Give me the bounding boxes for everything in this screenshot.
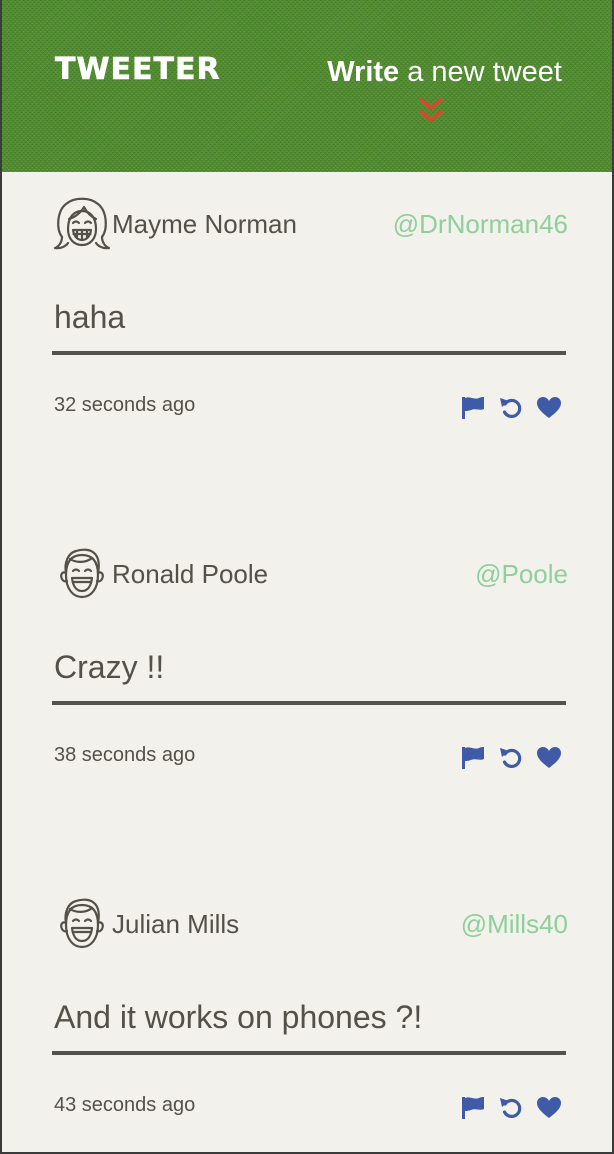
double-chevron-down-icon[interactable] bbox=[416, 96, 446, 126]
tweet-timestamp: 38 seconds ago bbox=[54, 744, 196, 766]
author-handle[interactable]: @DrNorman46 bbox=[393, 208, 568, 240]
retweet-icon[interactable] bbox=[498, 1095, 524, 1121]
tweet-text: Crazy !! bbox=[54, 649, 165, 685]
flag-icon[interactable] bbox=[460, 745, 486, 771]
author-name: Mayme Norman bbox=[112, 209, 297, 239]
heart-icon[interactable] bbox=[536, 745, 562, 771]
tweet-timestamp: 43 seconds ago bbox=[54, 1094, 196, 1116]
author-handle[interactable]: @Mills40 bbox=[461, 908, 568, 940]
retweet-icon[interactable] bbox=[498, 745, 524, 771]
header-bar: TWEETER Write a new tweet bbox=[2, 0, 612, 172]
compose-strong-text: Write bbox=[327, 56, 400, 88]
boy-avatar-icon bbox=[60, 898, 104, 949]
brand-logo[interactable]: TWEETER bbox=[55, 52, 221, 88]
tweet-text: And it works on phones ?! bbox=[54, 999, 423, 1035]
divider bbox=[52, 701, 566, 705]
author-name: Ronald Poole bbox=[112, 559, 269, 589]
tweet-card: Julian Mills @Mills40 And it works on ph… bbox=[52, 873, 568, 1133]
flag-icon[interactable] bbox=[460, 1095, 486, 1121]
author-name: Julian Mills bbox=[112, 909, 240, 939]
divider bbox=[52, 351, 566, 355]
tweet-actions bbox=[460, 1095, 562, 1121]
tweet-actions bbox=[460, 745, 562, 771]
boy-avatar-icon bbox=[60, 548, 104, 599]
flag-icon[interactable] bbox=[460, 395, 486, 421]
divider bbox=[52, 1051, 566, 1055]
retweet-icon[interactable] bbox=[498, 395, 524, 421]
tweet-text: haha bbox=[54, 299, 126, 335]
tweet-card: Mayme Norman @DrNorman46 haha 32 seconds… bbox=[52, 173, 568, 433]
heart-icon[interactable] bbox=[536, 1095, 562, 1121]
tweet-actions bbox=[460, 395, 562, 421]
tweet-timestamp: 32 seconds ago bbox=[54, 394, 196, 416]
heart-icon[interactable] bbox=[536, 395, 562, 421]
compose-rest-text: a new tweet bbox=[407, 56, 562, 88]
author-handle[interactable]: @Poole bbox=[475, 558, 568, 590]
tweet-card: Ronald Poole @Poole Crazy !! 38 seconds … bbox=[52, 523, 568, 783]
girl-avatar-icon bbox=[53, 197, 111, 250]
write-new-tweet-toggle[interactable]: Write a new tweet bbox=[327, 55, 562, 89]
